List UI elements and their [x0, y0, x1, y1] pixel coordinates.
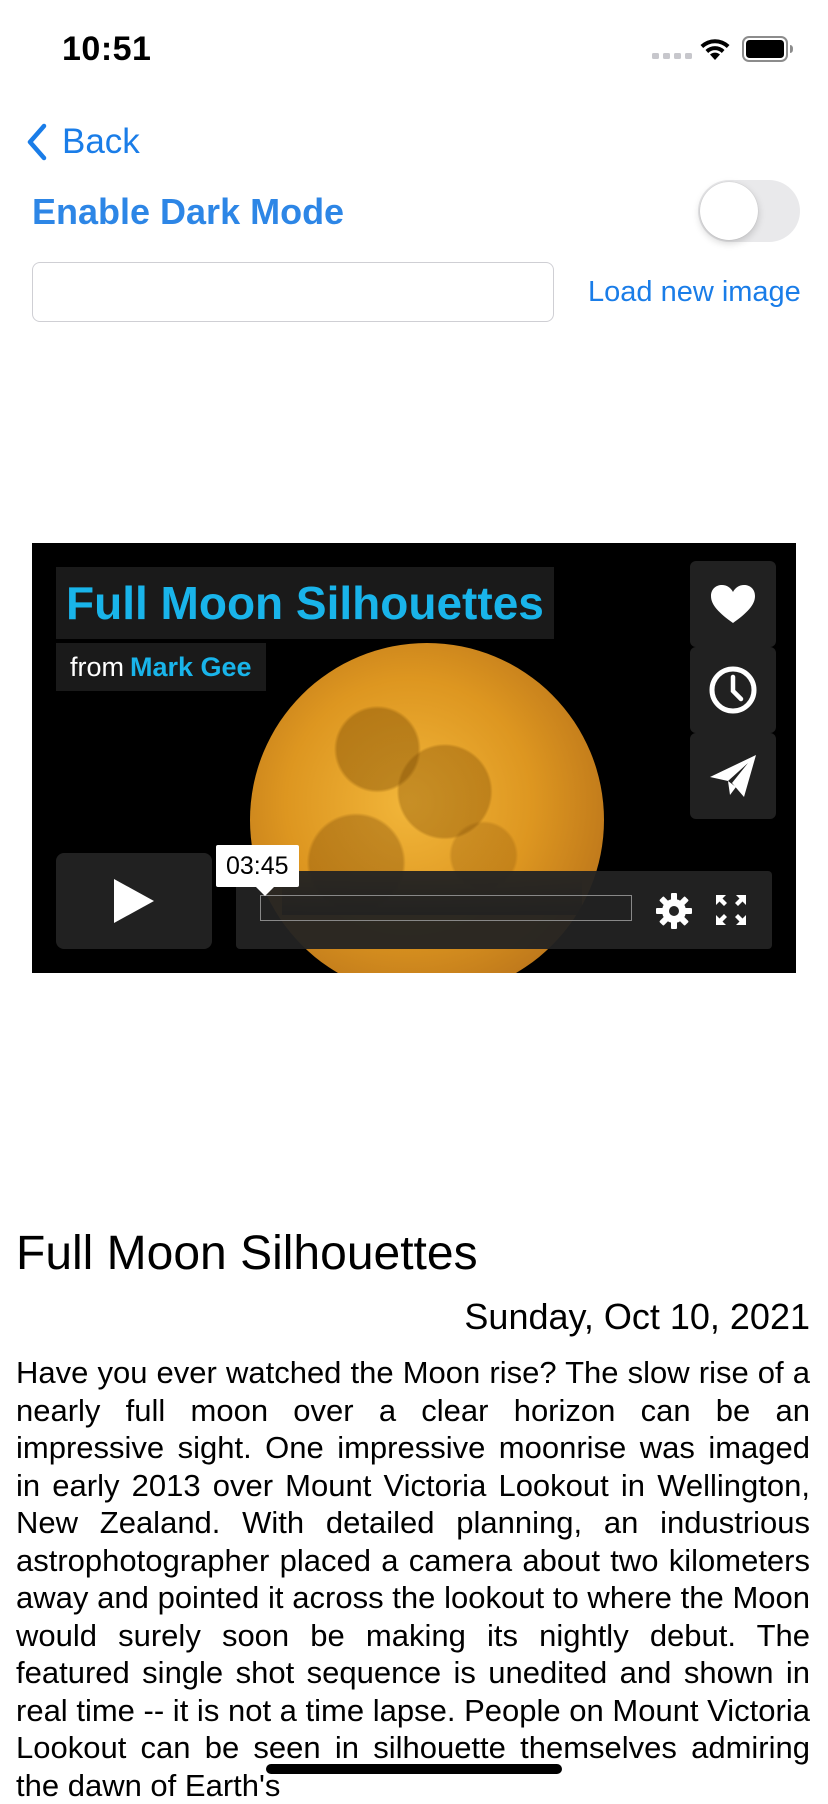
status-bar: 10:51: [0, 0, 828, 100]
video-player[interactable]: Full Moon Silhouettes from Mark Gee 03:4…: [32, 543, 796, 973]
heart-icon: [711, 585, 755, 623]
watch-later-button[interactable]: [690, 647, 776, 733]
dark-mode-toggle[interactable]: [698, 180, 800, 242]
article-title: Full Moon Silhouettes: [16, 1227, 478, 1280]
clock-icon: [709, 666, 757, 714]
status-time: 10:51: [62, 30, 152, 68]
back-label: Back: [62, 122, 140, 161]
play-button[interactable]: [56, 853, 212, 949]
video-byline: from Mark Gee: [56, 643, 266, 691]
author-link[interactable]: Mark Gee: [130, 652, 252, 683]
cellular-signal-icon: [652, 53, 692, 59]
toggle-knob: [700, 182, 758, 240]
play-icon: [114, 879, 154, 923]
share-button[interactable]: [690, 733, 776, 819]
image-url-input[interactable]: [32, 262, 554, 322]
gear-icon[interactable]: [654, 891, 694, 931]
load-new-image-button[interactable]: Load new image: [588, 276, 801, 309]
fullscreen-icon[interactable]: [714, 893, 748, 927]
article-body: Have you ever watched the Moon rise? The…: [16, 1355, 810, 1803]
dark-mode-label: Enable Dark Mode: [32, 191, 345, 232]
player-control-bar: [236, 871, 772, 949]
chevron-left-icon: [27, 123, 47, 161]
video-title-box: Full Moon Silhouettes: [56, 567, 554, 639]
article-date: Sunday, Oct 10, 2021: [464, 1296, 810, 1337]
wifi-icon: [700, 39, 730, 60]
home-indicator[interactable]: [266, 1764, 562, 1774]
paper-plane-icon: [710, 755, 756, 797]
back-button[interactable]: Back: [24, 118, 140, 166]
like-button[interactable]: [690, 561, 776, 647]
battery-icon: [742, 36, 793, 62]
duration-tooltip: 03:45: [216, 845, 299, 896]
from-label: from: [70, 651, 124, 682]
progress-bar[interactable]: [260, 895, 632, 921]
video-title[interactable]: Full Moon Silhouettes: [66, 576, 544, 630]
